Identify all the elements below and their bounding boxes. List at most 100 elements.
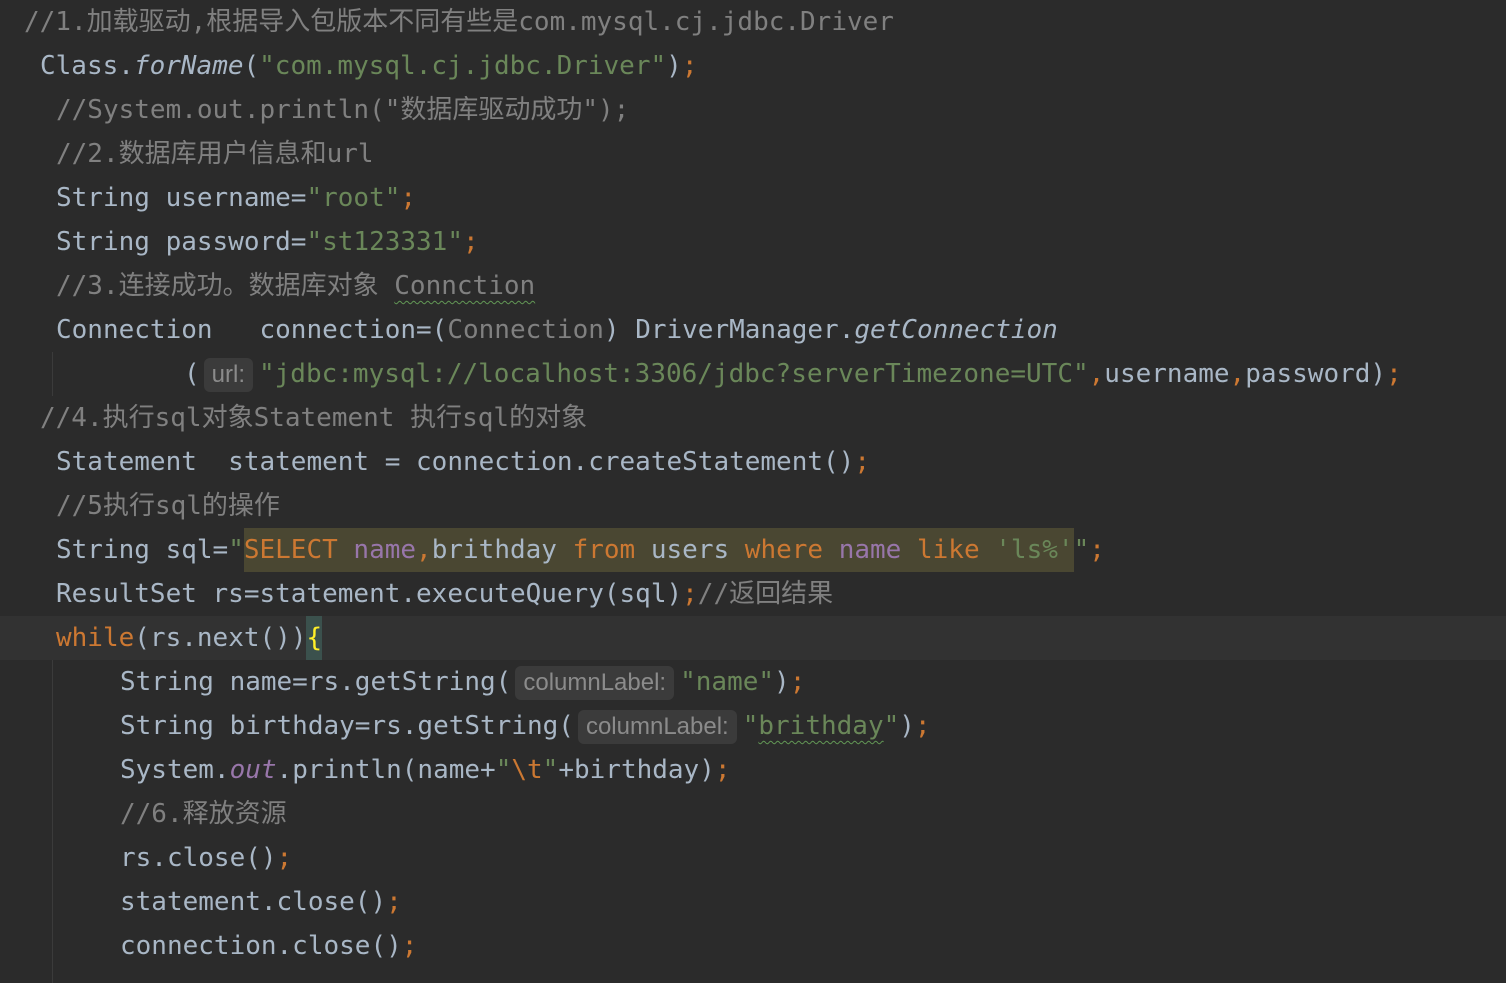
keyword-token: where xyxy=(744,535,839,565)
code-token: String birthday=rs.getString( xyxy=(120,711,574,741)
code-line[interactable]: statement.close(); xyxy=(0,880,1506,924)
matched-brace: { xyxy=(306,616,323,660)
code-comment: //4.执行sql对象Statement 执行sql的对象 xyxy=(40,403,588,433)
keyword-token: ; xyxy=(714,755,731,785)
code-token: users xyxy=(650,535,745,565)
code-comment: //3.连接成功。数据库对象 xyxy=(56,271,395,301)
keyword-token: ; xyxy=(854,447,870,477)
code-line[interactable]: Class.forName("com.mysql.cj.jdbc.Driver"… xyxy=(0,44,1506,88)
string-literal: " xyxy=(1073,535,1090,565)
code-token: ) xyxy=(899,711,915,741)
code-token: ( xyxy=(243,51,260,81)
string-literal: " xyxy=(228,535,244,565)
code-line[interactable]: String name=rs.getString(columnLabel: "na… xyxy=(0,660,1506,704)
keyword-token: ; xyxy=(1089,535,1105,565)
code-line[interactable]: connection.close(); xyxy=(0,924,1506,968)
parameter-hint: columnLabel: xyxy=(515,665,675,700)
code-line[interactable]: //2.数据库用户信息和url xyxy=(0,132,1506,176)
keyword-token: , xyxy=(1229,359,1246,389)
code-token: name xyxy=(353,535,417,565)
string-literal: brithday xyxy=(758,711,884,741)
keyword-token: , xyxy=(1088,359,1105,389)
code-line[interactable]: rs.close(); xyxy=(0,836,1506,880)
code-editor[interactable]: //1.加载驱动,根据导入包版本不同有些是com.mysql.cj.jdbc.D… xyxy=(0,0,1506,983)
code-token: forName xyxy=(133,51,244,81)
code-line[interactable]: System.out.println(name+"\t"+birthday); xyxy=(0,748,1506,792)
code-line[interactable]: String birthday=rs.getString(columnLabel… xyxy=(0,704,1506,748)
parameter-hint: url: xyxy=(203,357,253,392)
keyword-token: ; xyxy=(1386,359,1402,389)
code-line[interactable]: //System.out.println("数据库驱动成功"); xyxy=(0,88,1506,132)
code-token: ( xyxy=(184,359,200,389)
code-token: name xyxy=(838,535,917,565)
keyword-token: ; xyxy=(789,667,806,697)
string-literal: " xyxy=(495,755,512,785)
code-token: password) xyxy=(1245,359,1387,389)
code-line[interactable]: String username="root"; xyxy=(0,176,1506,220)
code-token: out xyxy=(229,755,277,785)
code-comment: //6.释放资源 xyxy=(120,799,287,829)
code-line[interactable]: //5执行sql的操作 xyxy=(0,484,1506,528)
code-line[interactable]: //4.执行sql对象Statement 执行sql的对象 xyxy=(0,396,1506,440)
code-line[interactable]: Statement statement = connection.createS… xyxy=(0,440,1506,484)
keyword-token: \t xyxy=(511,755,543,785)
code-line[interactable]: ResultSet rs=statement.executeQuery(sql)… xyxy=(0,572,1506,616)
string-literal: "name" xyxy=(680,667,775,697)
keyword-token: while xyxy=(56,623,135,653)
keyword-token: ; xyxy=(400,183,417,213)
code-token: String password= xyxy=(56,227,307,257)
code-token: ) DriverManager. xyxy=(603,315,855,345)
keyword-token: ; xyxy=(463,227,479,257)
code-token: brithday xyxy=(431,535,573,565)
keyword-token: ; xyxy=(276,843,293,873)
string-literal: " xyxy=(883,711,900,741)
code-line[interactable]: //3.连接成功。数据库对象 Conncti​on xyxy=(0,264,1506,308)
keyword-token: from xyxy=(572,535,651,565)
code-token: .println(name+ xyxy=(276,755,496,785)
code-token: +birthday) xyxy=(558,755,715,785)
string-literal: "root" xyxy=(306,183,401,213)
code-token: Connection connection=( xyxy=(56,315,448,345)
code-token: ) xyxy=(774,667,790,697)
keyword-token: ; xyxy=(682,579,698,609)
keyword-token: , xyxy=(416,535,432,565)
code-token: Statement statement = connection.createS… xyxy=(56,447,855,477)
string-literal: 'ls%' xyxy=(995,535,1074,565)
code-comment: //5执行sql的操作 xyxy=(56,491,280,521)
code-token: System. xyxy=(120,755,230,785)
keyword-token: like xyxy=(917,535,996,565)
code-line[interactable]: //1.加载驱动,根据导入包版本不同有些是com.mysql.cj.jdbc.D… xyxy=(0,0,1506,44)
code-token: connection.close() xyxy=(120,931,402,961)
keyword-token: ; xyxy=(386,887,402,917)
code-token: ) xyxy=(666,51,682,81)
code-line[interactable]: (url: "jdbc:mysql://localhost:3306/jdbc?s… xyxy=(0,352,1506,396)
code-token: rs.close() xyxy=(120,843,277,873)
code-token: String username= xyxy=(56,183,307,213)
code-comment: Connection xyxy=(447,315,604,345)
code-comment: //1.加载驱动,根据导入包版本不同有些是com.mysql.cj.jdbc.D… xyxy=(24,7,894,37)
keyword-token: ; xyxy=(681,51,698,81)
keyword-token: ; xyxy=(914,711,931,741)
code-comment: //System.out.println("数据库驱动成功"); xyxy=(56,95,630,125)
string-literal: " xyxy=(542,755,559,785)
code-line[interactable]: Connection connection=(Connection) Drive… xyxy=(0,308,1506,352)
code-token: String sql= xyxy=(56,535,229,565)
code-token: getConnection xyxy=(854,315,1058,345)
keyword-token: ; xyxy=(401,931,418,961)
string-literal: " xyxy=(742,711,759,741)
code-line[interactable]: String password="st123331"; xyxy=(0,220,1506,264)
code-line-current[interactable]: while(rs.next()){ xyxy=(0,616,1506,660)
code-token: (rs.next()) xyxy=(134,623,307,653)
sql-injected-fragment: SELECT name,brithday from users where na… xyxy=(243,528,1074,572)
code-token: ResultSet rs=statement.executeQuery(sql) xyxy=(56,579,683,609)
string-literal: "st123331" xyxy=(306,227,463,257)
code-line[interactable]: //6.释放资源 xyxy=(0,792,1506,836)
code-comment: //2.数据库用户信息和url xyxy=(56,139,374,169)
code-comment: Conncti​on xyxy=(394,271,536,301)
code-token: statement.close() xyxy=(120,887,387,917)
code-line[interactable]: String sql="SELECT name,brithday from us… xyxy=(0,528,1506,572)
keyword-token: SELECT xyxy=(243,535,354,565)
code-token: Class. xyxy=(40,51,134,81)
string-literal: "jdbc:mysql://localhost:3306/jdbc?server… xyxy=(259,359,1089,389)
string-literal: "com.mysql.cj.jdbc.Driver" xyxy=(259,51,667,81)
